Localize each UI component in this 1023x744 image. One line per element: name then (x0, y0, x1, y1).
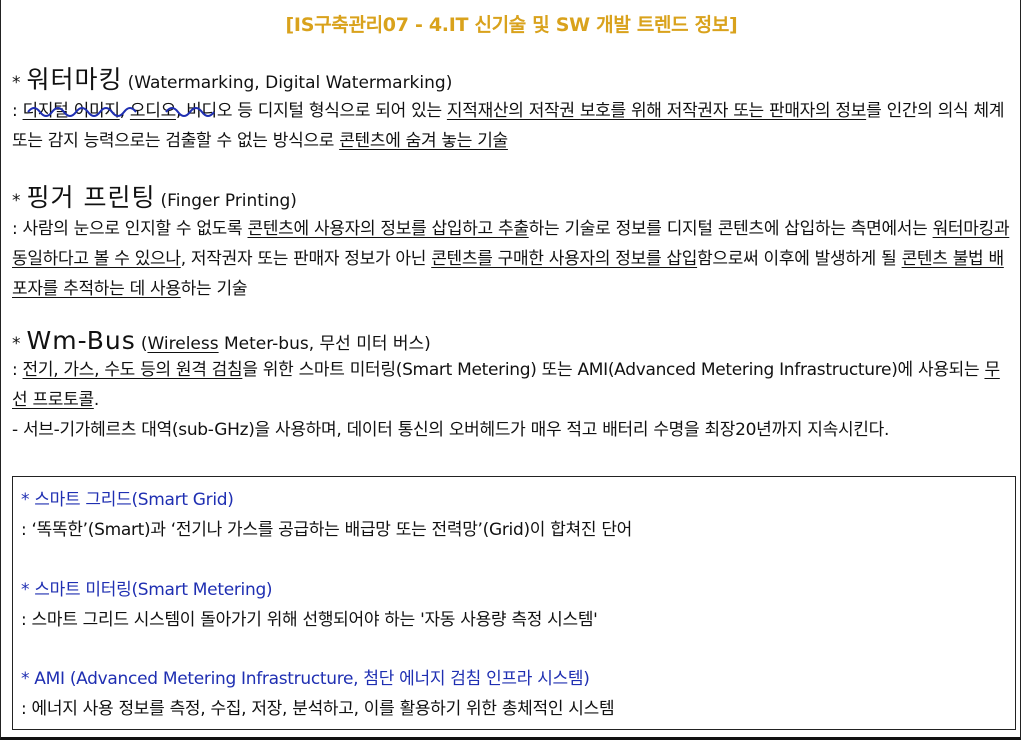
underlined-text: 콘텐츠에 숨겨 놓는 기술 (339, 131, 508, 151)
box-item-heading: * 스마트 그리드(Smart Grid) (21, 490, 234, 510)
text-run: , 저작권자 또는 판매자 정보가 아닌 (180, 249, 432, 269)
bullet-star: * (12, 334, 21, 354)
underlined-text: 콘텐츠에 사용자의 정보를 삽입하고 추출 (247, 219, 529, 239)
box-item-heading: * AMI (Advanced Metering Infrastructure,… (21, 669, 590, 689)
watermarking-english: (Watermarking, Digital Watermarking) (127, 73, 453, 93)
text-run: : (12, 101, 23, 121)
text-run: 하는 기술로 정보를 디지털 콘텐츠에 삽입하는 측면에서는 (528, 219, 933, 239)
text-run: 하는 기술 (180, 279, 248, 299)
text-run: : 사람의 눈으로 인지할 수 없도록 (12, 219, 248, 239)
underlined-text: 전기, 가스, 수도 등의 원격 검침 (22, 360, 243, 380)
fingerprinting-definition: : 사람의 눈으로 인지할 수 없도록 콘텐츠에 사용자의 정보를 삽입하고 추… (12, 214, 1012, 304)
box-item-heading: * 스마트 미터링(Smart Metering) (21, 580, 273, 600)
fingerprinting-heading: * 핑거 프린팅 (Finger Printing) (12, 178, 1012, 214)
text-run: Meter-bus, 무선 미터 버스) (218, 334, 431, 354)
bullet-star: * (12, 191, 21, 211)
watermarking-heading: * 워터마킹 (Watermarking, Digital Watermarkin… (12, 60, 1012, 96)
related-terms-box: * 스마트 그리드(Smart Grid) : ‘똑똑한’(Smart)과 ‘전… (12, 476, 1016, 730)
wmbus-heading: * Wm-Bus (Wireless Meter-bus, 무선 미터 버스) (12, 326, 1012, 355)
text-run: : (12, 360, 23, 380)
text-run: . (93, 390, 99, 410)
section-fingerprinting: * 핑거 프린팅 (Finger Printing) : 사람의 눈으로 인지할 … (12, 178, 1012, 304)
wmbus-detail: - 서브-기가헤르츠 대역(sub-GHz)을 사용하며, 데이터 통신의 오버… (12, 420, 890, 440)
fingerprinting-english: (Finger Printing) (160, 191, 297, 211)
fingerprinting-term: 핑거 프린팅 (26, 183, 156, 212)
bullet-star: * (12, 73, 21, 93)
wmbus-english: (Wireless Meter-bus, 무선 미터 버스) (141, 334, 431, 354)
text-run: 을 위한 스마트 미터링(Smart Metering) 또는 AMI(Adva… (242, 360, 985, 380)
page-title: [IS구축관리07 - 4.IT 신기술 및 SW 개발 트렌드 정보] (285, 14, 738, 36)
handwritten-underline-annotation (27, 107, 215, 117)
underlined-text: 콘텐츠를 구매한 사용자의 정보를 삽입 (431, 249, 698, 269)
wmbus-definition: : 전기, 가스, 수도 등의 원격 검침을 위한 스마트 미터링(Smart … (12, 355, 1012, 415)
box-item-description: : ‘똑똑한’(Smart)과 ‘전기나 가스를 공급하는 배급망 또는 전력망… (21, 520, 633, 540)
underlined-text: Wireless (147, 334, 219, 354)
watermarking-term: 워터마킹 (26, 65, 123, 94)
wmbus-term: Wm-Bus (26, 326, 136, 355)
section-wmbus: * Wm-Bus (Wireless Meter-bus, 무선 미터 버스) :… (12, 326, 1012, 445)
underlined-text: 지적재산의 저작권 보호를 위해 저작권자 또는 판매자의 정보 (446, 101, 867, 121)
text-run: 함으로써 이후에 발생하게 될 (697, 249, 902, 269)
box-item-description: : 에너지 사용 정보를 측정, 수집, 저장, 분석하고, 이를 활용하기 위… (21, 699, 615, 719)
box-item-description: : 스마트 그리드 시스템이 돌아가기 위해 선행되어야 하는 '자동 사용량 … (21, 610, 598, 630)
